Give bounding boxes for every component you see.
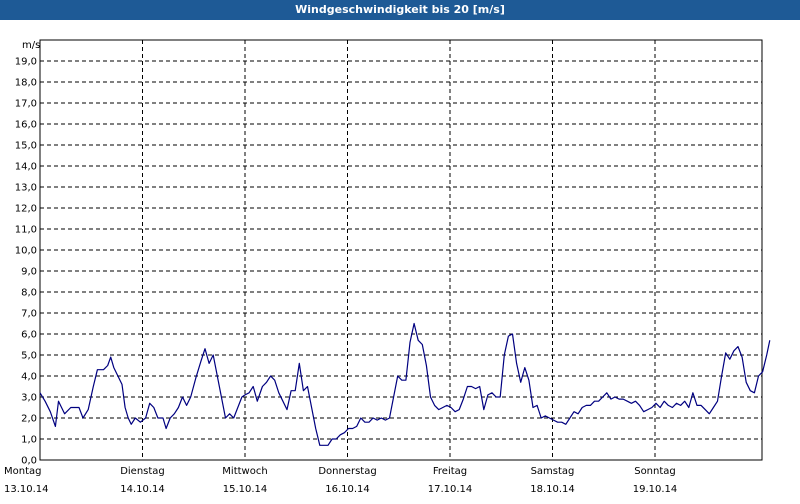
y-tick-label: 17,0	[15, 99, 37, 110]
y-tick-label: 18,0	[15, 78, 37, 89]
y-tick-label: 10,0	[15, 246, 37, 257]
x-tick-date: 17.10.14	[428, 484, 473, 495]
grid-lines	[40, 40, 762, 460]
plot-area: 0,0 1,0 2,0 3,0 4,0 5,0 6,0 7,0 8,0 9,0 10,0 11,0 12…	[0, 20, 800, 500]
x-tick-date: 19.10.14	[633, 484, 678, 495]
y-tick-label: 11,0	[15, 225, 37, 236]
y-tick-label: 14,0	[15, 162, 37, 173]
x-tick-date: 15.10.14	[223, 484, 268, 495]
x-tick-day: Mittwoch	[222, 466, 267, 477]
y-axis: 0,0 1,0 2,0 3,0 4,0 5,0 6,0 7,0 8,0 9,0 10,0 11,0 12…	[15, 57, 37, 467]
y-tick-label: 0,0	[21, 456, 37, 467]
y-tick-label: 19,0	[15, 57, 37, 68]
x-tick-day: Freitag	[433, 466, 467, 477]
y-tick-label: 15,0	[15, 141, 37, 152]
y-tick-label: 6,0	[21, 330, 37, 341]
y-axis-label: m/s	[22, 40, 40, 51]
x-axis: Montag 13.10.14 Dienstag 14.10.14 Mittwoch 15…	[4, 466, 677, 495]
series-line	[39, 322, 771, 446]
y-tick-label: 3,0	[21, 393, 37, 404]
y-tick-label: 9,0	[21, 267, 37, 278]
x-tick-date: 13.10.14	[4, 484, 49, 495]
line-chart: 0,0 1,0 2,0 3,0 4,0 5,0 6,0 7,0 8,0 9,0 10,0 11,0 12…	[4, 39, 771, 495]
y-tick-label: 2,0	[21, 414, 37, 425]
series-layer	[39, 322, 771, 446]
y-tick-label: 4,0	[21, 372, 37, 383]
y-tick-label: 16,0	[15, 120, 37, 131]
y-tick-label: 8,0	[21, 288, 37, 299]
x-tick-day: Donnerstag	[318, 466, 376, 477]
y-tick-label: 5,0	[21, 351, 37, 362]
x-tick-date: 18.10.14	[530, 484, 575, 495]
x-tick-date: 14.10.14	[120, 484, 165, 495]
y-tick-label: 12,0	[15, 204, 37, 215]
x-tick-day: Samstag	[531, 466, 575, 477]
x-tick-day: Montag	[4, 466, 41, 477]
x-tick-date: 16.10.14	[325, 484, 370, 495]
y-tick-label: 7,0	[21, 309, 37, 320]
y-tick-label: 1,0	[21, 435, 37, 446]
x-tick-day: Sonntag	[634, 466, 676, 477]
chart-title: Windgeschwindigkeit bis 20 [m/s]	[0, 0, 800, 20]
y-tick-label: 13,0	[15, 183, 37, 194]
x-tick-day: Dienstag	[120, 466, 165, 477]
